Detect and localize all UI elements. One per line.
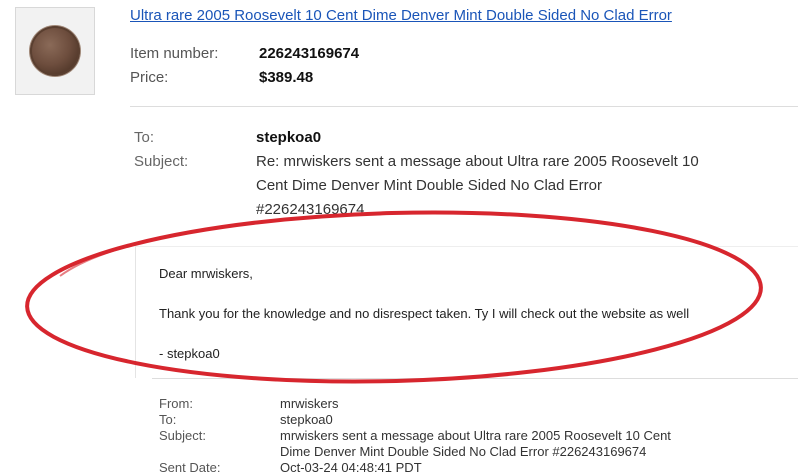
original-divider xyxy=(152,378,798,379)
reply-to-value: stepkoa0 xyxy=(256,129,322,146)
original-from-value: mrwiskers xyxy=(280,396,339,411)
price-label: Price: xyxy=(130,69,169,86)
reply-subject-line2: Cent Dime Denver Mint Double Sided No Cl… xyxy=(256,177,602,194)
original-subject-line2: Dime Denver Mint Double Sided No Clad Er… xyxy=(280,444,647,459)
message-greeting: Dear mrwiskers, xyxy=(159,266,253,281)
message-page: Ultra rare 2005 Roosevelt 10 Cent Dime D… xyxy=(0,0,798,475)
reply-subject-line1: Re: mrwiskers sent a message about Ultra… xyxy=(256,153,699,170)
original-to-value: stepkoa0 xyxy=(280,412,333,427)
message-text: Thank you for the knowledge and no disre… xyxy=(159,306,690,321)
reply-subject-label: Subject: xyxy=(134,153,189,170)
price-row: Price: $389.48 xyxy=(130,69,313,86)
item-title-link[interactable]: Ultra rare 2005 Roosevelt 10 Cent Dime D… xyxy=(130,7,672,24)
item-number-row: Item number: 226243169674 xyxy=(130,45,359,62)
original-date-value: Oct-03-24 04:48:41 PDT xyxy=(280,460,422,475)
original-subject-line1: mrwiskers sent a message about Ultra rar… xyxy=(280,428,671,443)
item-number-label: Item number: xyxy=(130,45,219,62)
coin-image xyxy=(30,26,80,76)
original-date-label: Sent Date: xyxy=(159,460,221,475)
reply-to-label: To: xyxy=(134,129,155,146)
original-to-label: To: xyxy=(159,412,177,427)
message-signoff: - stepkoa0 xyxy=(159,346,220,361)
header-divider xyxy=(130,106,798,107)
original-from-label: From: xyxy=(159,396,193,411)
item-number-value: 226243169674 xyxy=(259,45,360,62)
original-subject-label: Subject: xyxy=(159,428,206,443)
item-thumbnail[interactable] xyxy=(15,7,95,95)
reply-subject-line3: #226243169674 xyxy=(256,201,365,218)
price-value: $389.48 xyxy=(259,69,314,86)
